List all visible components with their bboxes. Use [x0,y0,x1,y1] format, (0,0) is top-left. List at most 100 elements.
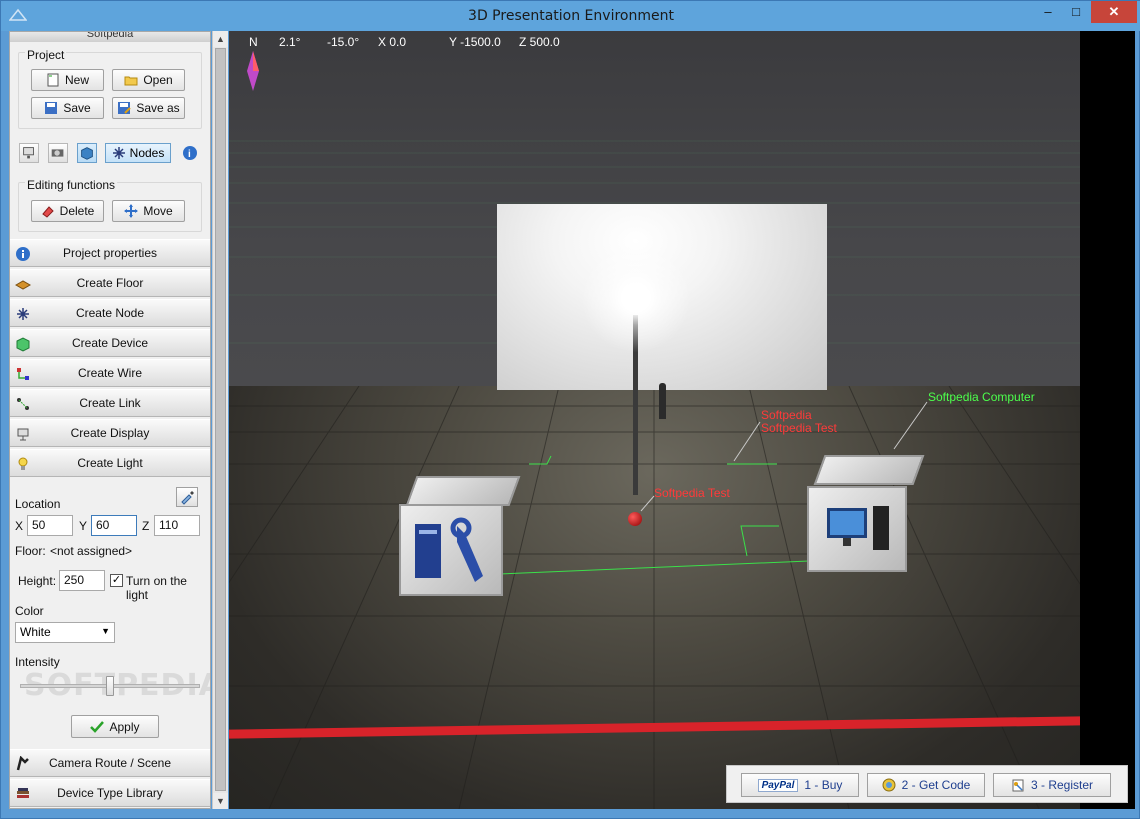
section-create-link[interactable]: Create Link [10,389,210,417]
turn-on-light-checkbox[interactable]: ✓ [110,574,123,587]
maximize-button[interactable]: □ [1063,1,1089,23]
pick-location-button[interactable] [176,487,198,507]
coin-icon [882,778,896,792]
wire-icon [17,368,29,380]
folder-icon [124,76,138,86]
device-cube-icon [16,337,30,352]
presentation-mode-button[interactable] [19,143,39,163]
buy-label: 1 - Buy [804,778,843,792]
floor-value: <not assigned> [50,544,133,558]
title-bar: 3D Presentation Environment – □ ✕ [1,1,1140,31]
intensity-slider-thumb[interactable] [106,676,114,696]
get-code-label: 2 - Get Code [901,778,971,792]
register-label: 3 - Register [1030,778,1094,792]
section-create-floor[interactable]: Create Floor [10,269,210,297]
nodes-button[interactable]: Nodes [105,143,171,163]
objects-mode-button[interactable] [77,143,97,163]
editing-group-label: Editing functions [25,178,118,192]
monitor-icon [23,147,34,159]
project-group-label: Project [25,48,67,62]
section-label: Create Device [71,336,149,350]
buy-button[interactable]: PayPal 1 - Buy [741,773,859,797]
section-camera-route[interactable]: Camera Route / Scene [10,749,210,777]
color-select[interactable]: White ▼ [15,622,115,643]
floor-icon [15,280,31,290]
color-select-value: White [20,625,51,639]
svg-text:i: i [188,149,191,160]
3d-viewport[interactable]: N 2.1° -15.0° X 0.0 Y -1500.0 Z 500.0 So… [229,31,1135,809]
camera-mode-button[interactable] [48,143,68,163]
app-window: 3D Presentation Environment – □ ✕ Softpe… [0,0,1140,819]
register-button[interactable]: 3 - Register [993,773,1111,797]
viewport-right-margin [1080,31,1135,809]
section-create-light[interactable]: Create Light [10,449,210,477]
section-project-properties[interactable]: Project properties [10,239,210,267]
eyedropper-icon [181,491,194,505]
paypal-logo: PayPal [757,778,799,792]
camera-route-icon [16,756,29,771]
save-as-label: Save as [136,101,180,115]
info-icon[interactable]: i [182,145,198,161]
left-panel: Softpedia Project New Open Save Save as [9,31,211,809]
x-input[interactable]: 50 [27,515,73,536]
section-create-wire[interactable]: Create Wire [10,359,210,387]
cube-icon [81,147,93,160]
node-star-icon [17,308,29,320]
apply-button[interactable]: Apply [71,715,159,738]
apply-label: Apply [109,719,140,734]
save-label: Save [63,101,91,115]
turn-on-light-label: Turn on the light [126,574,187,602]
open-label: Open [143,73,173,87]
section-create-node[interactable]: Create Node [10,299,210,327]
move-arrows-icon [124,204,139,218]
checkmark-icon [90,720,105,733]
get-code-button[interactable]: 2 - Get Code [867,773,985,797]
floppy-disk-icon [45,102,58,114]
window-title: 3D Presentation Environment [468,8,674,24]
section-label: Create Floor [76,276,144,290]
x-label: X [15,519,24,533]
move-label: Move [143,204,173,218]
floor-label: Floor: [15,544,46,558]
open-button[interactable]: Open [112,69,185,91]
y-label: Y [79,519,88,533]
light-bulb-icon [18,457,28,470]
height-input[interactable]: 250 [59,570,105,591]
save-button[interactable]: Save [31,97,104,119]
section-label: Create Node [75,306,145,320]
section-create-display[interactable]: Create Display [10,419,210,447]
new-button[interactable]: New [31,69,104,91]
scroll-down-arrow-icon[interactable]: ▼ [213,793,228,809]
display-icon [17,428,29,441]
section-label: Create Wire [77,366,142,380]
intensity-label: Intensity [15,655,60,669]
registration-bar: PayPal 1 - Buy 2 - Get Code 3 - Register [726,765,1128,803]
node-star-icon [112,147,125,159]
move-button[interactable]: Move [112,200,185,222]
delete-button[interactable]: Delete [31,200,104,222]
y-input[interactable]: 60 [91,515,137,536]
save-as-button[interactable]: Save as [112,97,185,119]
z-label: Z [142,519,150,533]
height-label: Height: [18,574,57,588]
z-input[interactable]: 110 [154,515,200,536]
section-label: Device Type Library [57,786,163,800]
camera-icon [51,149,64,157]
scroll-thumb[interactable] [215,48,226,791]
section-create-device[interactable]: Create Device [10,329,210,357]
section-label: Create Light [77,456,143,470]
info-icon [16,247,30,261]
register-key-icon [1012,779,1024,792]
delete-label: Delete [59,204,95,218]
close-button[interactable]: ✕ [1091,1,1137,23]
chevron-down-icon: ▼ [101,626,110,636]
minimize-button[interactable]: – [1035,1,1061,23]
color-label: Color [15,604,44,618]
link-icon [17,398,29,410]
section-device-type-library[interactable]: Device Type Library [10,779,210,807]
left-panel-scrollbar[interactable]: ▲ ▼ [212,31,228,809]
nodes-label: Nodes [129,146,165,160]
panel-header: Softpedia [10,32,210,42]
section-label: Create Link [79,396,141,410]
scroll-up-arrow-icon[interactable]: ▲ [213,31,228,47]
